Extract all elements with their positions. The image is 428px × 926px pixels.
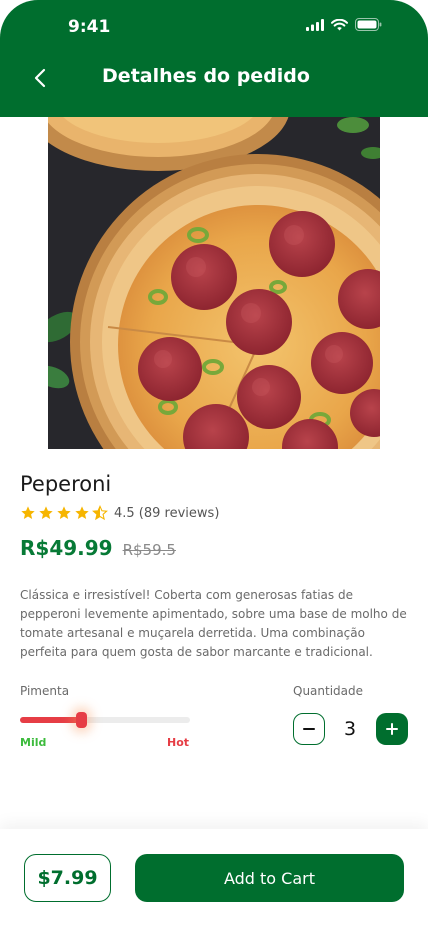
slider-max-label: Hot <box>167 736 190 749</box>
plus-icon <box>386 723 398 735</box>
quantity-label: Quantidade <box>293 684 364 698</box>
status-time: 9:41 <box>68 17 111 37</box>
slider-min-label: Mild <box>20 736 47 749</box>
old-price: R$59.5 <box>122 541 176 559</box>
pepper-slider[interactable] <box>20 712 190 728</box>
star-icon <box>57 506 71 519</box>
rating-text: 4.5 (89 reviews) <box>114 505 220 521</box>
rating-row: 4.5 (89 reviews) <box>20 505 219 521</box>
app-header: 9:41 Detalhes do pedido <box>0 0 428 117</box>
current-price: R$49.99 <box>20 536 113 560</box>
star-icon <box>39 506 53 519</box>
pizza-illustration <box>48 117 380 449</box>
decrease-quantity-button[interactable] <box>293 713 325 745</box>
star-icon <box>75 506 89 519</box>
increase-quantity-button[interactable] <box>376 713 408 745</box>
slider-fill <box>20 717 81 723</box>
slider-thumb[interactable] <box>76 712 87 728</box>
signal-icon <box>306 18 324 31</box>
price-row: R$49.99 R$59.5 <box>20 536 176 560</box>
add-to-cart-button[interactable]: Add to Cart <box>135 854 404 902</box>
star-half-icon <box>92 505 108 521</box>
minus-icon <box>303 728 315 730</box>
product-image <box>48 117 380 449</box>
quantity-value: 3 <box>343 718 357 740</box>
product-name: Peperoni <box>20 472 112 496</box>
star-icon <box>21 506 35 519</box>
total-price: $7.99 <box>24 854 111 902</box>
wifi-icon <box>331 18 348 30</box>
status-icons <box>306 18 382 31</box>
page-title: Detalhes do pedido <box>102 65 310 87</box>
product-description: Clássica e irresistível! Coberta com gen… <box>20 588 407 659</box>
pepper-label: Pimenta <box>20 684 70 698</box>
bottom-bar: $7.99 Add to Cart <box>0 829 428 926</box>
battery-icon <box>355 18 382 31</box>
